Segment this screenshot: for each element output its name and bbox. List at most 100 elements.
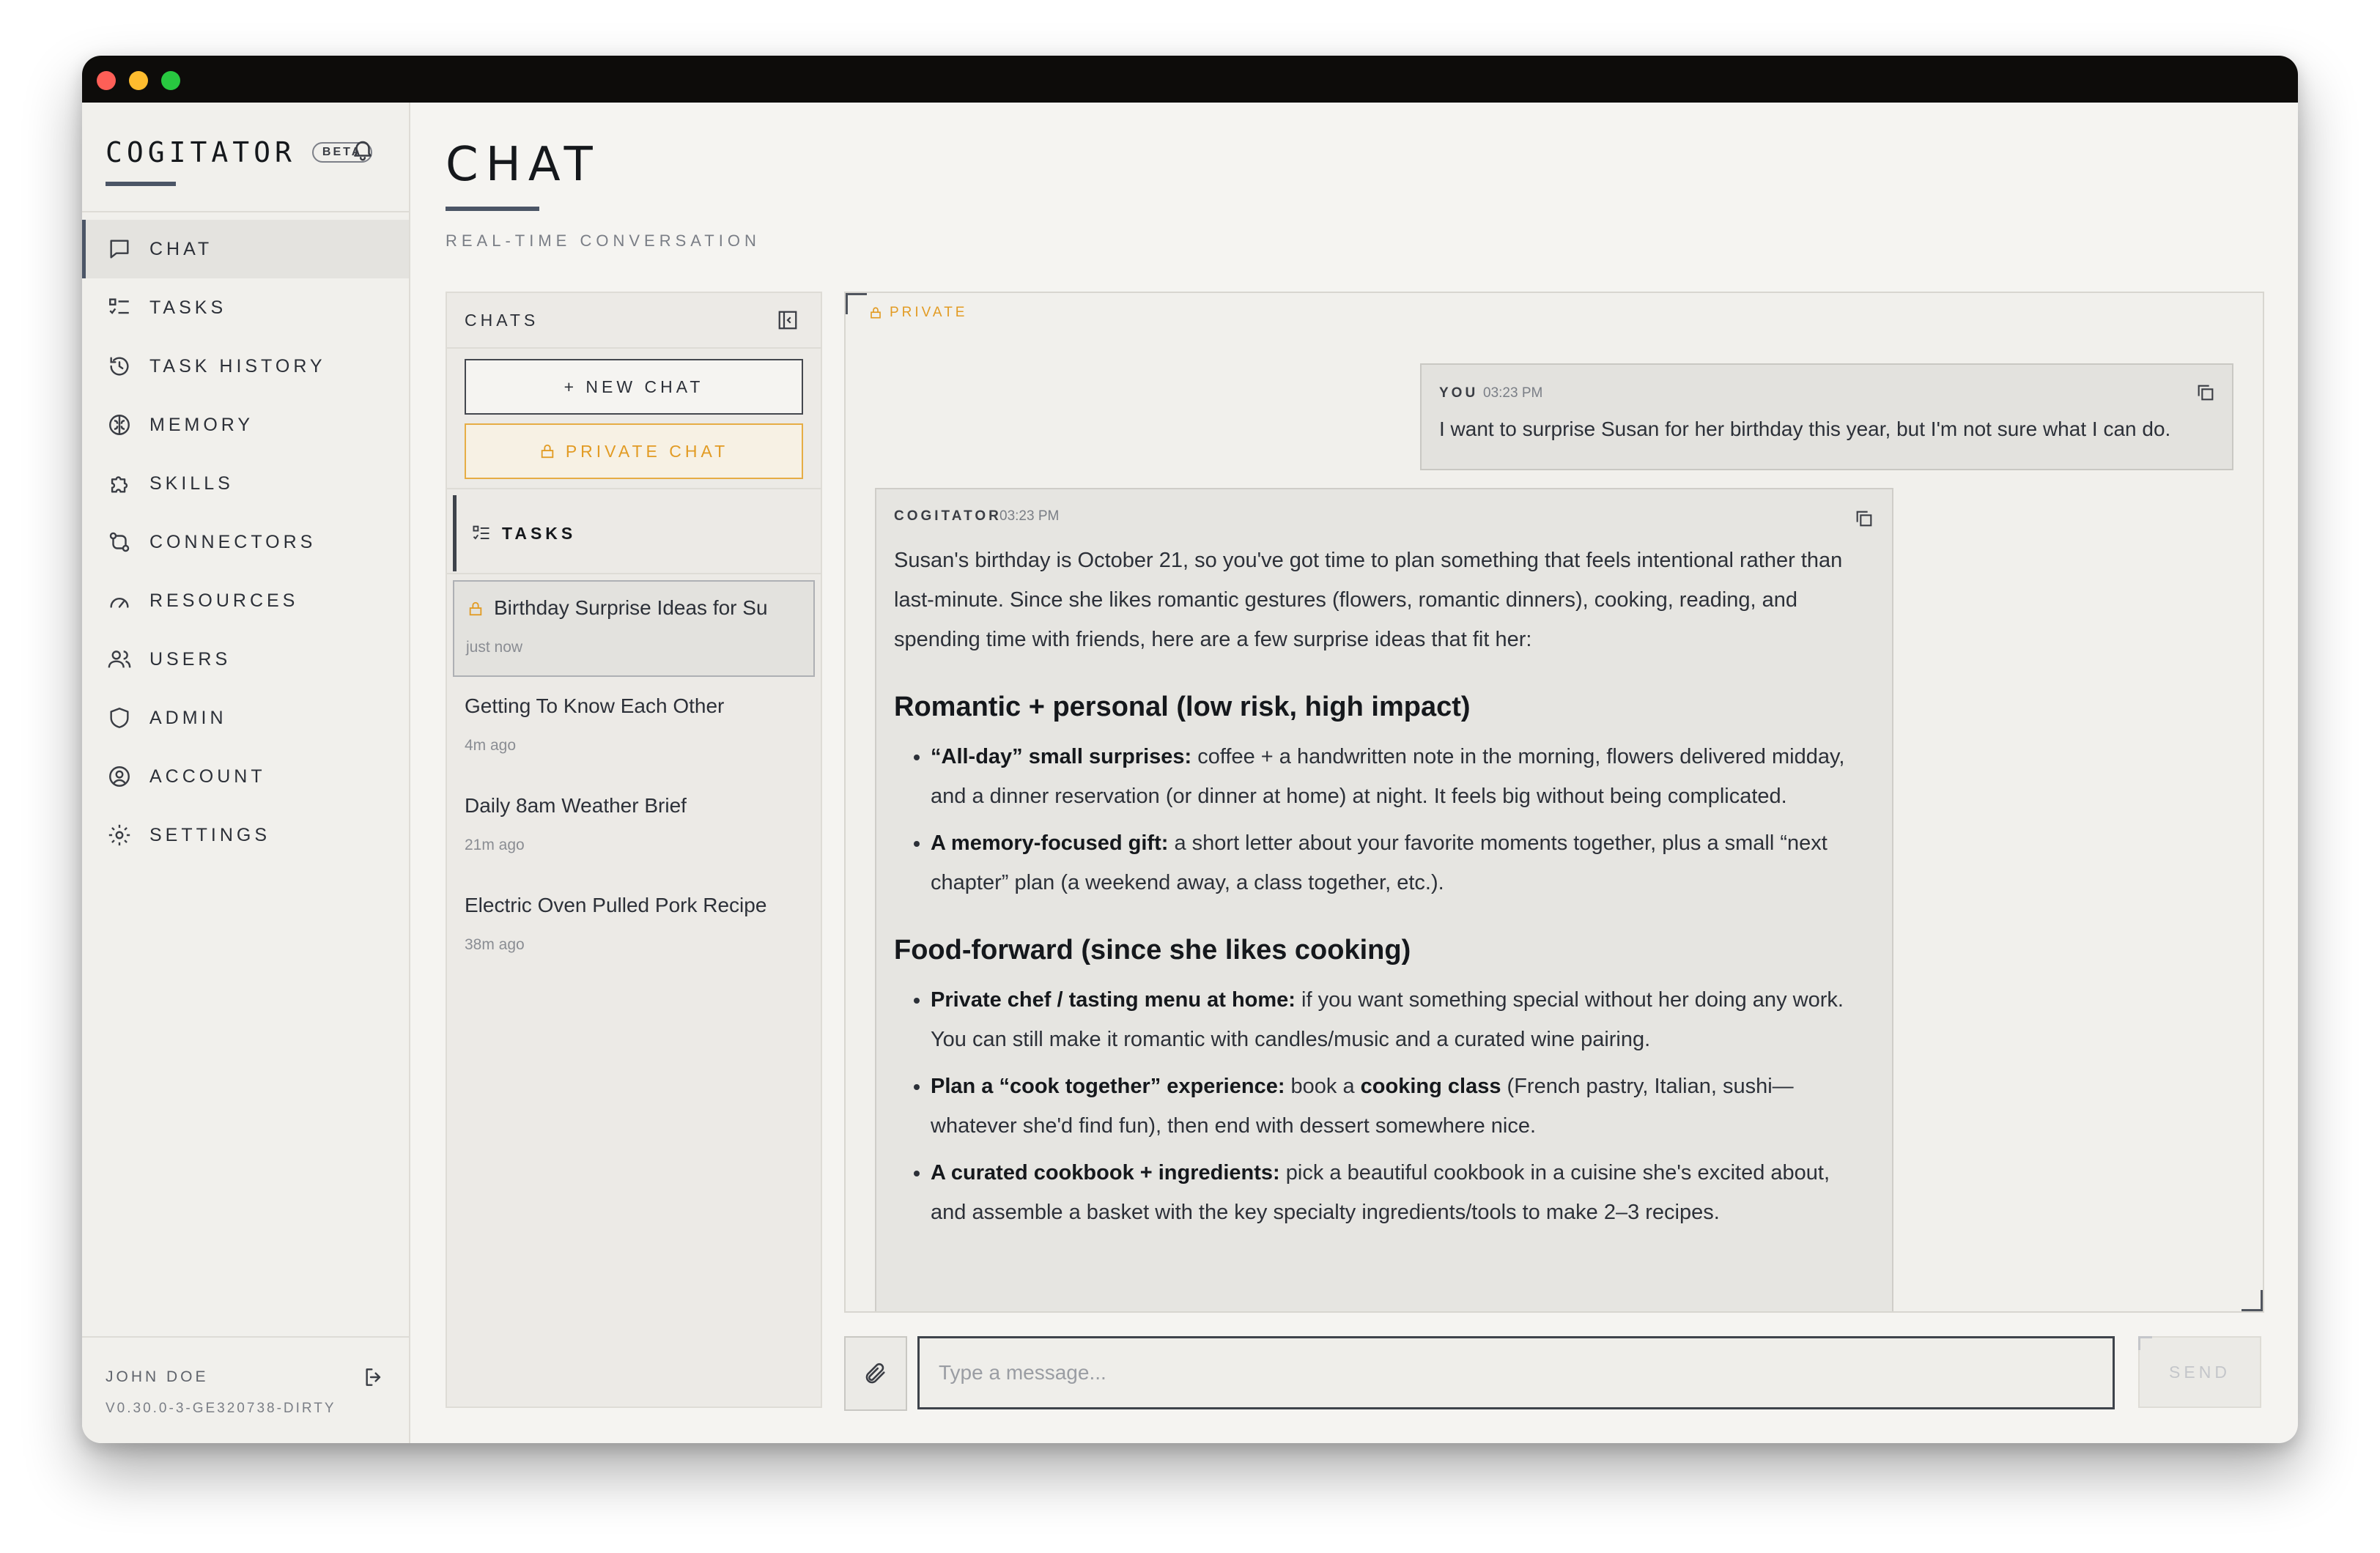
chat-time: just now bbox=[466, 639, 523, 656]
chat-list-item[interactable]: Birthday Surprise Ideas for Su just now bbox=[453, 580, 815, 677]
sidebar-item-memory[interactable]: MEMORY bbox=[82, 396, 409, 454]
shield-icon bbox=[110, 708, 129, 728]
private-chat-button[interactable]: PRIVATE CHAT bbox=[465, 423, 803, 479]
page-subtitle: REAL-TIME CONVERSATION bbox=[446, 231, 761, 250]
bullet-list: Private chef / tasting menu at home: if … bbox=[894, 980, 1869, 1232]
copy-icon[interactable] bbox=[2195, 382, 2216, 403]
tasks-divider bbox=[447, 488, 821, 489]
tasks-list-icon bbox=[473, 525, 489, 540]
section-heading: Romantic + personal (low risk, high impa… bbox=[894, 692, 1471, 722]
send-button[interactable]: SEND bbox=[2138, 1336, 2261, 1408]
sidebar-item-label: TASK HISTORY bbox=[149, 355, 326, 377]
chat-list-item[interactable]: Electric Oven Pulled Pork Recipe 38m ago bbox=[453, 879, 815, 974]
chat-title: Electric Oven Pulled Pork Recipe bbox=[465, 894, 767, 916]
list-item: Private chef / tasting menu at home: if … bbox=[931, 980, 1869, 1059]
sidebar-footer-divider bbox=[82, 1336, 409, 1338]
chats-panel: CHATS + NEW CHAT PRIVATE CHAT TASKS Birt… bbox=[446, 292, 822, 1408]
lock-icon bbox=[469, 601, 482, 616]
user-message: YOU 03:23 PM I want to surprise Susan fo… bbox=[1420, 363, 2233, 470]
private-indicator: PRIVATE bbox=[869, 305, 967, 321]
sidebar-item-users[interactable]: USERS bbox=[82, 630, 409, 689]
chats-header-label: CHATS bbox=[465, 311, 539, 330]
minimize-window-button[interactable] bbox=[129, 71, 148, 90]
brand-name: COGITATOR bbox=[106, 136, 296, 168]
brand: COGITATOR BETA bbox=[106, 135, 373, 170]
attach-button[interactable] bbox=[844, 1336, 907, 1411]
list-item: A curated cookbook + ingredients: pick a… bbox=[931, 1153, 1869, 1232]
message-text: I want to surprise Susan for her birthda… bbox=[1439, 418, 2171, 440]
list-item: “All-day” small surprises: coffee + a ha… bbox=[931, 737, 1869, 816]
app-version: V0.30.0-3-GE320738-DIRTY bbox=[106, 1401, 336, 1416]
message-intro: Susan's birthday is October 21, so you'v… bbox=[894, 549, 1843, 651]
chat-time: 38m ago bbox=[465, 936, 525, 953]
history-icon bbox=[110, 357, 129, 376]
sidebar-item-skills[interactable]: SKILLS bbox=[82, 454, 409, 513]
sidebar-item-tasks[interactable]: TASKS bbox=[82, 278, 409, 337]
logout-icon[interactable] bbox=[362, 1365, 385, 1389]
paperclip-icon bbox=[865, 1363, 885, 1384]
chat-title: Birthday Surprise Ideas for Su bbox=[494, 596, 768, 619]
sidebar-item-resources[interactable]: RESOURCES bbox=[82, 571, 409, 630]
list-item: A memory-focused gift: a short letter ab… bbox=[931, 823, 1869, 902]
gear-icon bbox=[108, 824, 130, 846]
maximize-window-button[interactable] bbox=[161, 71, 180, 90]
app-window: COGITATOR BETA CHAT TASKS TASK HISTORY M… bbox=[82, 56, 2298, 1443]
corner-bracket bbox=[2242, 1290, 2263, 1311]
user-name: JOHN DOE bbox=[106, 1368, 209, 1385]
sidebar-item-label: CHAT bbox=[149, 238, 213, 259]
sidebar-item-connectors[interactable]: CONNECTORS bbox=[82, 513, 409, 571]
message-body: Susan's birthday is October 21, so you'v… bbox=[894, 541, 1869, 1239]
message-time: 03:23 PM bbox=[999, 508, 1060, 524]
users-icon bbox=[108, 651, 131, 668]
conversation-area[interactable]: PRIVATE YOU 03:23 PM I want to surprise … bbox=[844, 292, 2264, 1313]
sidebar-item-settings[interactable]: SETTINGS bbox=[82, 806, 409, 864]
sidebar-item-label: TASKS bbox=[149, 297, 227, 318]
tasks-divider-bottom bbox=[447, 573, 821, 574]
connector-icon bbox=[109, 532, 130, 552]
new-chat-button[interactable]: + NEW CHAT bbox=[465, 359, 803, 415]
tasks-list-icon bbox=[109, 298, 129, 314]
chat-time: 4m ago bbox=[465, 737, 517, 754]
sidebar-divider bbox=[82, 211, 409, 212]
gauge-icon bbox=[110, 598, 129, 608]
private-tag-label: PRIVATE bbox=[890, 305, 968, 320]
corner-bracket bbox=[846, 293, 867, 314]
sidebar-item-admin[interactable]: ADMIN bbox=[82, 689, 409, 747]
puzzle-icon bbox=[111, 476, 128, 493]
sidebar-item-label: RESOURCES bbox=[149, 590, 299, 611]
bell-icon[interactable] bbox=[350, 136, 375, 163]
chat-time: 21m ago bbox=[465, 837, 525, 853]
close-window-button[interactable] bbox=[97, 71, 116, 90]
list-item: Plan a “cook together” experience: book … bbox=[931, 1067, 1869, 1146]
chat-bubble-icon bbox=[110, 240, 129, 259]
chat-title: Daily 8am Weather Brief bbox=[465, 794, 687, 817]
chat-list-item[interactable]: Getting To Know Each Other 4m ago bbox=[453, 680, 815, 775]
sidebar-item-label: CONNECTORS bbox=[149, 531, 317, 552]
sidebar-item-label: MEMORY bbox=[149, 414, 254, 435]
tasks-section-toggle[interactable]: TASKS bbox=[453, 495, 821, 571]
title-bar bbox=[82, 56, 2298, 103]
sidebar-item-label: SKILLS bbox=[149, 472, 234, 494]
page-title: CHAT bbox=[446, 138, 600, 192]
copy-icon[interactable] bbox=[1854, 508, 1874, 529]
message-input[interactable] bbox=[917, 1336, 2115, 1409]
sidebar: COGITATOR BETA CHAT TASKS TASK HISTORY M… bbox=[82, 103, 410, 1443]
corner-bracket bbox=[2138, 1336, 2152, 1350]
lock-icon bbox=[541, 444, 554, 459]
message-sender: YOU bbox=[1439, 385, 1479, 401]
chats-panel-header: CHATS bbox=[447, 293, 821, 349]
sidebar-item-account[interactable]: ACCOUNT bbox=[82, 747, 409, 806]
section-heading: Food-forward (since she likes cooking) bbox=[894, 935, 1411, 965]
brain-icon bbox=[109, 415, 130, 435]
private-chat-label: PRIVATE CHAT bbox=[565, 441, 729, 461]
title-underline bbox=[446, 207, 539, 211]
sidebar-item-label: ACCOUNT bbox=[149, 766, 266, 787]
brand-underline bbox=[106, 182, 176, 186]
chat-title: Getting To Know Each Other bbox=[465, 694, 725, 717]
sidebar-item-chat[interactable]: CHAT bbox=[82, 220, 409, 278]
assistant-message: COGITATOR 03:23 PM Susan's birthday is O… bbox=[875, 488, 1893, 1311]
sidebar-item-task-history[interactable]: TASK HISTORY bbox=[82, 337, 409, 396]
lock-icon bbox=[871, 307, 881, 319]
chat-list-item[interactable]: Daily 8am Weather Brief 21m ago bbox=[453, 779, 815, 875]
collapse-panel-icon[interactable] bbox=[777, 309, 799, 331]
